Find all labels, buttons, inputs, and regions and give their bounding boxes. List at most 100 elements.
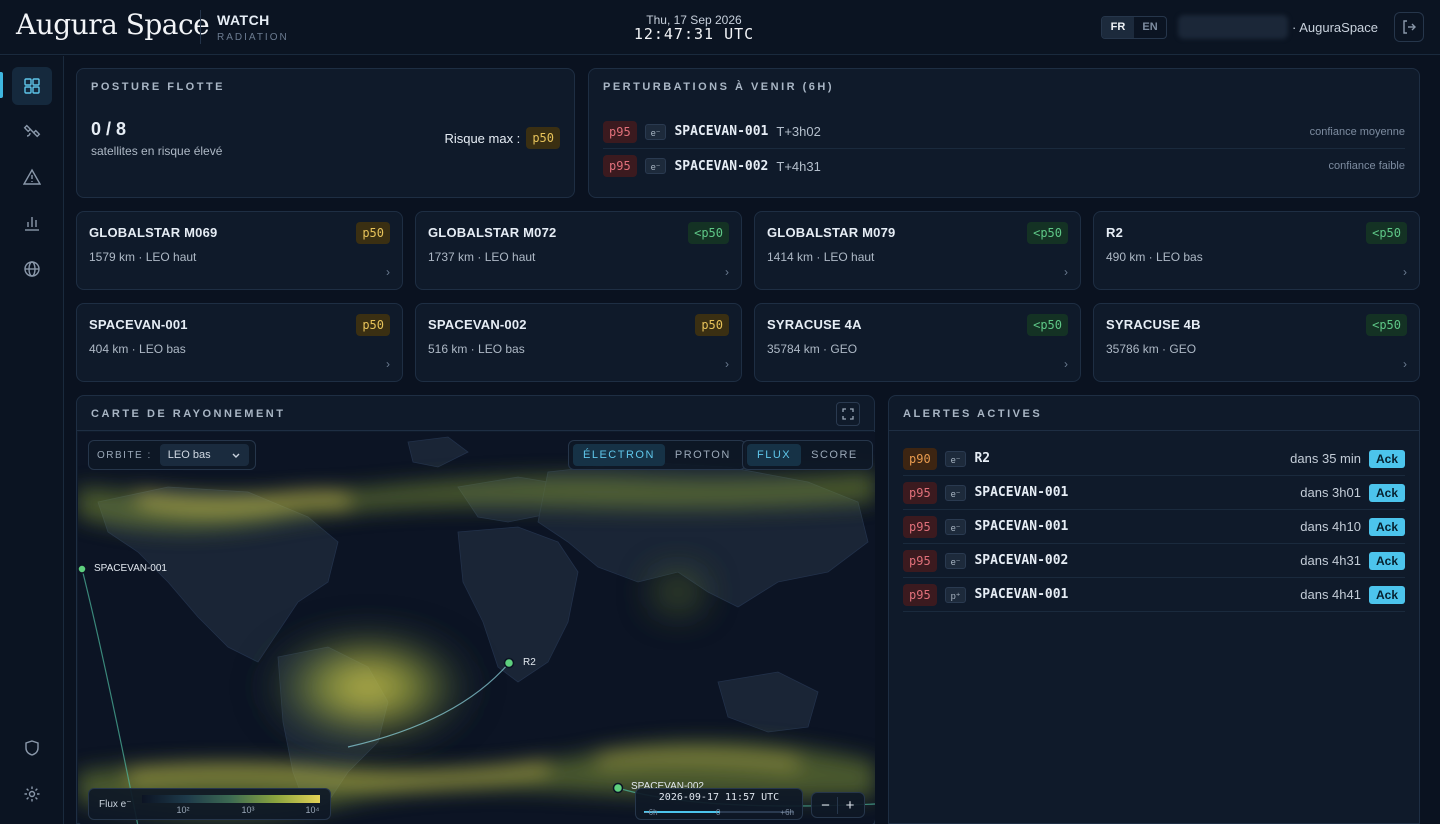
chevron-right-icon: › [725,265,729,279]
particle-type: e⁻ [944,450,967,467]
warning-icon [23,168,41,185]
satellite-card[interactable]: R2 490 km · LEO bas <p50 › [1093,211,1420,290]
fleet-posture-panel: POSTURE FLOTTE 0 / 8 satellites en risqu… [76,68,575,198]
orbit-label: ORBITE : [97,449,152,461]
satellite-card[interactable]: GLOBALSTAR M069 1579 km · LEO haut p50 › [76,211,403,290]
alert-time: dans 35 min [1290,451,1361,466]
satellite-card[interactable]: SYRACUSE 4A 35784 km · GEO <p50 › [754,303,1081,382]
timeline-tick: −6h [644,808,658,817]
tab-flux[interactable]: FLUX [747,444,802,466]
satellite-card[interactable]: SPACEVAN-002 516 km · LEO bas p50 › [415,303,742,382]
max-risk-badge: p50 [526,127,560,149]
legend-tick: 10² [176,805,190,815]
ack-button[interactable]: Ack [1368,551,1405,570]
dashboard-icon [24,78,40,94]
timeline-tick: 0 [716,808,721,817]
nav-settings[interactable] [12,775,52,813]
ack-button[interactable]: Ack [1368,517,1405,536]
satellite-marker[interactable] [78,564,87,574]
satellite-name: SPACEVAN-001 [89,317,188,332]
zoom-out-button[interactable]: − [814,796,838,814]
lang-en-button[interactable]: EN [1134,17,1166,38]
perturbation-row[interactable]: p95 e⁻ SPACEVAN-001 T+3h02 confiance moy… [603,115,1405,149]
orbit-value: LEO bas [167,449,211,461]
satellite-marker[interactable] [612,782,624,794]
satellite-name: SPACEVAN-002 [428,317,527,332]
particle-type: p⁺ [944,586,967,603]
nav-alerts[interactable] [12,158,52,196]
max-risk: Risque max : p50 [444,127,560,149]
top-header: Augura Space WATCH RADIATION Thu, 17 Sep… [0,0,1440,55]
shield-icon [25,740,39,756]
ack-button[interactable]: Ack [1368,483,1405,502]
satellite-card[interactable]: GLOBALSTAR M072 1737 km · LEO haut <p50 … [415,211,742,290]
zoom-in-button[interactable]: + [838,797,862,814]
logout-icon [1403,20,1416,34]
satellite-marker[interactable] [503,657,515,669]
risk-badge: p50 [695,314,729,336]
brand-logo[interactable]: Augura Space [16,8,210,41]
zoom-controls: − + [811,792,865,818]
nav-map[interactable] [12,250,52,288]
risk-badge: <p50 [1027,222,1068,244]
satellite-name: SPACEVAN-001 [974,519,1069,534]
orbit-selector: ORBITE : LEO bas [88,440,256,470]
orbit-dropdown[interactable]: LEO bas [159,444,249,466]
legend-tick: 10³ [241,805,255,815]
alert-row[interactable]: p95 e⁻ SPACEVAN-002 dans 4h31 Ack [903,544,1405,578]
nav-analytics[interactable] [12,204,52,242]
risk-badge: p95 [903,549,937,572]
high-risk-caption: satellites en risque élevé [91,144,223,158]
satellite-card[interactable]: SPACEVAN-001 404 km · LEO bas p50 › [76,303,403,382]
alert-row[interactable]: p95 e⁻ SPACEVAN-001 dans 3h01 Ack [903,476,1405,510]
chevron-right-icon: › [1403,265,1407,279]
nav-dashboard[interactable] [12,67,52,105]
risk-badge: p90 [903,447,937,470]
nav-security[interactable] [12,729,52,767]
satellite-orbit-info: 490 km · LEO bas [1106,250,1203,264]
nav-satellites[interactable] [12,112,52,150]
confidence: confiance moyenne [1309,125,1405,138]
satellite-card[interactable]: SYRACUSE 4B 35786 km · GEO <p50 › [1093,303,1420,382]
lang-fr-button[interactable]: FR [1102,17,1134,38]
user-name-redacted[interactable] [1178,15,1288,39]
satellite-orbit-info: 1414 km · LEO haut [767,250,875,264]
time-scrubber[interactable]: 2026-09-17 11:57 UTC −6h 0 +6h [635,788,803,820]
tab-electron[interactable]: ÉLECTRON [573,444,665,466]
map-satellite-label: SPACEVAN-001 [94,563,167,574]
logout-button[interactable] [1394,12,1424,42]
satellite-name: GLOBALSTAR M072 [428,225,557,240]
current-time: 12:47:31 UTC [633,25,755,43]
risk-badge: p95 [903,583,937,606]
eta: T+3h02 [776,124,821,139]
satellite-name: SPACEVAN-001 [674,124,769,139]
header-divider [200,10,201,44]
satellite-name: GLOBALSTAR M069 [89,225,218,240]
alert-row[interactable]: p90 e⁻ R2 dans 35 min Ack [903,442,1405,476]
tab-score[interactable]: SCORE [801,444,868,466]
satellite-orbit-info: 404 km · LEO bas [89,342,186,356]
satellite-card[interactable]: GLOBALSTAR M079 1414 km · LEO haut <p50 … [754,211,1081,290]
fullscreen-button[interactable] [836,402,860,426]
alert-row[interactable]: p95 p⁺ SPACEVAN-001 dans 4h41 Ack [903,578,1405,612]
flux-legend: Flux e⁻ 10² 10³ 10⁴ [88,788,331,820]
eta: T+4h31 [776,158,821,174]
particle-type: e⁻ [644,158,667,174]
alert-time: dans 4h41 [1300,587,1361,602]
risk-badge: <p50 [1366,222,1407,244]
tab-proton[interactable]: PROTON [665,444,741,466]
panel-title: POSTURE FLOTTE [91,81,225,93]
risk-badge: p95 [603,120,637,143]
alert-row[interactable]: p95 e⁻ SPACEVAN-001 dans 4h10 Ack [903,510,1405,544]
perturbation-row[interactable]: p95 e⁻ SPACEVAN-002 T+4h31 confiance fai… [603,149,1405,183]
panel-title: PERTURBATIONS À VENIR (6H) [603,81,835,93]
ack-button[interactable]: Ack [1368,449,1405,468]
ack-button[interactable]: Ack [1368,585,1405,604]
panel-title: ALERTES ACTIVES [903,408,1043,420]
world-map[interactable]: SPACEVAN-001 R2 SPACEVAN-002 ORBITE : LE… [78,432,875,824]
particle-type: e⁻ [944,484,967,501]
panel-divider [77,430,874,431]
timeline-tick: +6h [780,808,794,817]
satellite-name: SPACEVAN-001 [974,587,1069,602]
alert-time: dans 4h31 [1300,553,1361,568]
